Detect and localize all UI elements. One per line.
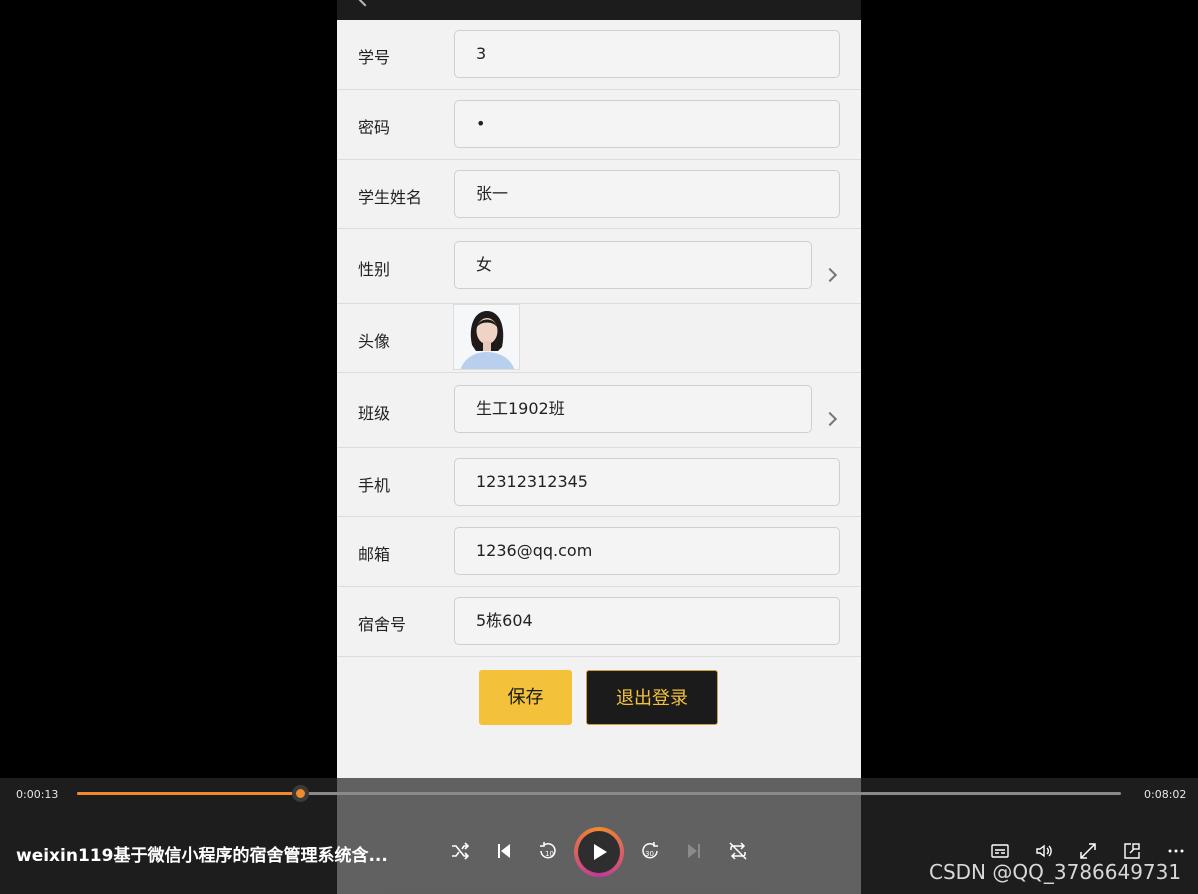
back-icon[interactable]: [356, 0, 374, 7]
student-id-input[interactable]: 3: [454, 30, 840, 78]
dorm-row: 宿舍号 5栋604: [337, 587, 861, 657]
more-icon[interactable]: [1165, 840, 1187, 862]
email-row: 邮箱 1236@qq.com: [337, 517, 861, 587]
total-time: 0:08:02: [1144, 788, 1187, 801]
mini-program-screen: 学号 3 密码 • 学生姓名 张一 性别 女 头像 班级 生工1902班 手机 …: [337, 0, 861, 894]
phone-input[interactable]: 12312312345: [454, 458, 840, 506]
video-stage: 学号 3 密码 • 学生姓名 张一 性别 女 头像 班级 生工1902班 手机 …: [0, 0, 1198, 894]
watermark-text: CSDN @QQ_3786649731: [929, 860, 1182, 884]
student-id-row: 学号 3: [337, 20, 861, 90]
progress-fill: [77, 792, 301, 795]
class-row[interactable]: 班级 生工1902班: [337, 373, 861, 448]
student-name-label: 学生姓名: [358, 188, 423, 207]
forward-30-icon[interactable]: 30: [639, 840, 661, 862]
phone-row: 手机 12312312345: [337, 448, 861, 517]
save-button[interactable]: 保存: [479, 670, 572, 725]
avatar-label: 头像: [358, 332, 391, 351]
password-label: 密码: [358, 118, 391, 137]
nav-bar: [337, 0, 861, 20]
previous-icon[interactable]: [493, 840, 515, 862]
gender-row[interactable]: 性别 女: [337, 229, 861, 304]
progress-handle[interactable]: [292, 785, 310, 802]
rewind-10-icon[interactable]: 10: [537, 840, 559, 862]
avatar-row: 头像: [337, 304, 861, 373]
gender-label: 性别: [358, 260, 391, 279]
svg-text:30: 30: [645, 850, 654, 858]
play-button[interactable]: [574, 827, 624, 877]
volume-icon[interactable]: [1033, 840, 1055, 862]
password-input[interactable]: •: [454, 100, 840, 148]
email-input[interactable]: 1236@qq.com: [454, 527, 840, 575]
logout-button[interactable]: 退出登录: [586, 670, 718, 725]
dorm-input[interactable]: 5栋604: [454, 597, 840, 645]
play-icon: [578, 831, 620, 873]
video-title: weixin119基于微信小程序的宿舍管理系统含...: [16, 846, 388, 866]
next-icon[interactable]: [683, 840, 705, 862]
phone-label: 手机: [358, 476, 391, 495]
shuffle-icon[interactable]: [449, 840, 471, 862]
progress-bar[interactable]: [77, 785, 1121, 802]
gender-picker[interactable]: 女: [454, 241, 812, 289]
student-name-input[interactable]: 张一: [454, 170, 840, 218]
dorm-label: 宿舍号: [358, 615, 407, 634]
class-label: 班级: [358, 404, 391, 423]
subtitles-icon[interactable]: [989, 840, 1011, 862]
current-time: 0:00:13: [16, 788, 59, 801]
email-label: 邮箱: [358, 545, 391, 564]
student-id-label: 学号: [358, 48, 391, 67]
password-row: 密码 •: [337, 90, 861, 160]
class-picker[interactable]: 生工1902班: [454, 385, 812, 433]
svg-text:10: 10: [545, 850, 554, 858]
chevron-right-icon[interactable]: [822, 411, 838, 427]
mini-player-icon[interactable]: [1121, 840, 1143, 862]
avatar-image[interactable]: [453, 304, 520, 370]
chevron-right-icon[interactable]: [822, 267, 838, 283]
student-name-row: 学生姓名 张一: [337, 160, 861, 229]
fullscreen-icon[interactable]: [1077, 840, 1099, 862]
repeat-off-icon[interactable]: [727, 840, 749, 862]
avatar-portrait-icon: [454, 305, 519, 369]
